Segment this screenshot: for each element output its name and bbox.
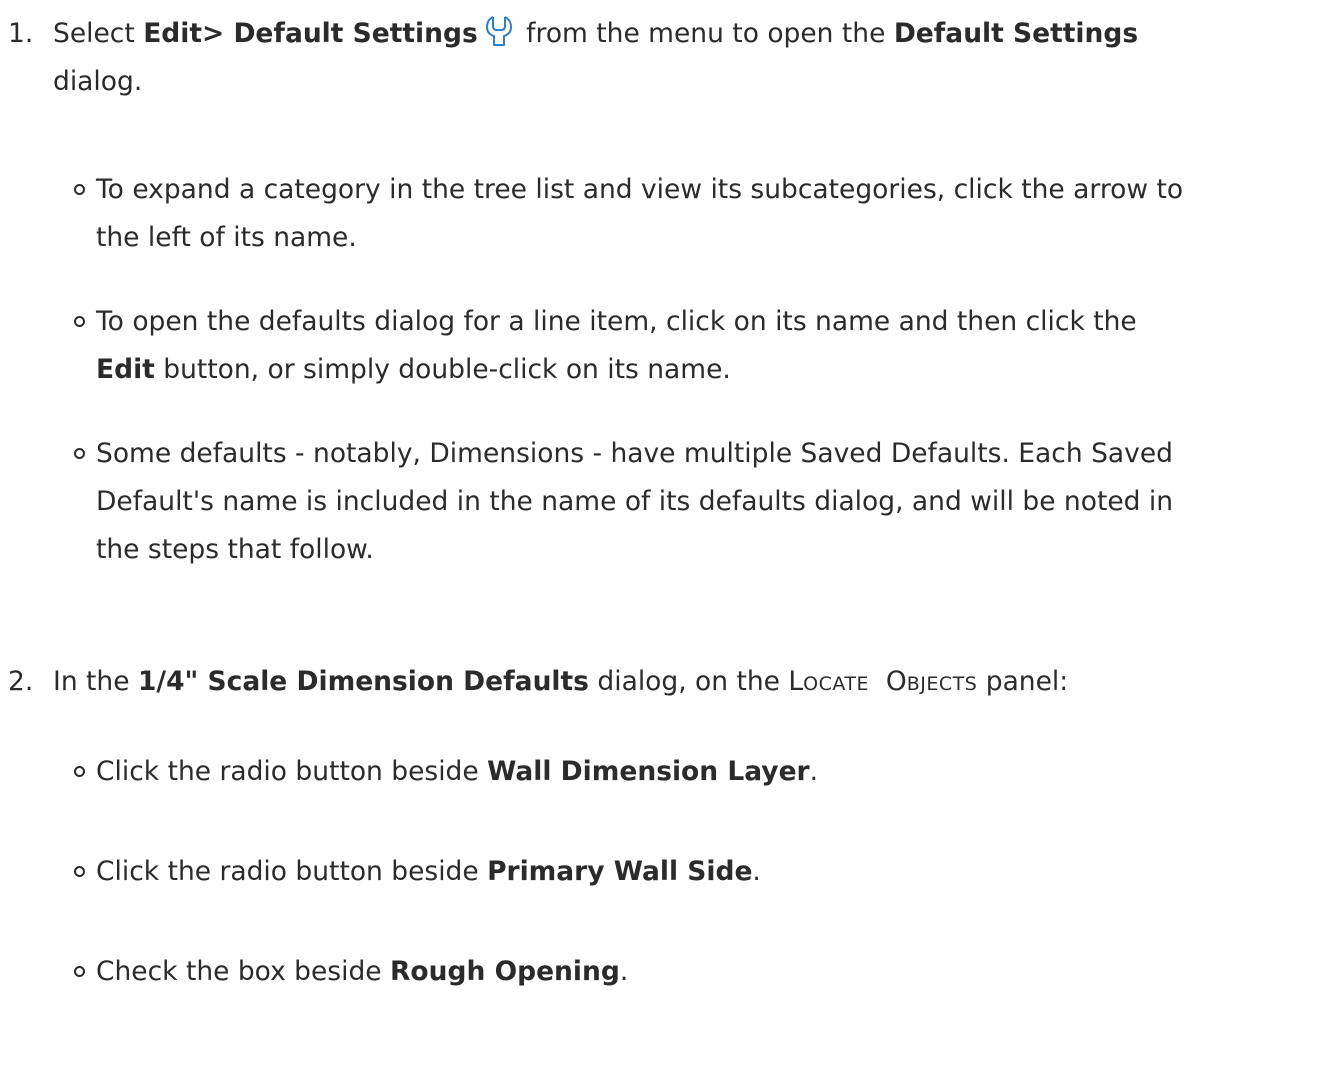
bullet-text-line: Check the box beside Rough Opening.	[96, 948, 1336, 996]
panel-name-part: O	[885, 666, 907, 697]
bullet-text-line: Click the radio button beside Primary Wa…	[96, 848, 1336, 896]
bullet-text: Click the radio button beside	[96, 856, 488, 887]
bullet-text: button, or simply double-click on its na…	[154, 354, 731, 385]
panel-name-part: BJECTS	[906, 673, 978, 695]
bullet-text: Some defaults - notably, Dimensions - ha…	[96, 438, 1173, 469]
step-2-line-1: In the 1/4" Scale Dimension Defaults dia…	[53, 658, 1323, 708]
bullet-text: .	[809, 756, 819, 787]
step-1-line-2: dialog.	[53, 66, 143, 97]
bullet-text: .	[619, 956, 629, 987]
bullet-marker	[74, 966, 85, 977]
bullet-marker	[74, 866, 85, 877]
step-text: from the menu to open the	[517, 18, 894, 49]
dialog-name: 1/4" Scale Dimension Defaults	[137, 666, 589, 697]
bullet-text: the steps that follow.	[96, 534, 374, 565]
bullet-text: Check the box beside	[96, 956, 391, 987]
option-name: Wall Dimension Layer	[487, 756, 810, 787]
bullet-text: Click the radio button beside	[96, 756, 488, 787]
bullet-text-line: Click the radio button beside Wall Dimen…	[96, 748, 1336, 796]
bullet-text: To open the defaults dialog for a line i…	[96, 306, 1137, 337]
bullet-text: Default's name is included in the name o…	[96, 486, 1174, 517]
panel-name-part: L	[788, 666, 804, 697]
bullet-marker	[74, 766, 85, 777]
step-text: dialog, on the	[588, 666, 789, 697]
option-name: Primary Wall Side	[487, 856, 753, 887]
bullet-text: To expand a category in the tree list an…	[96, 174, 1184, 205]
step-text: In the	[53, 666, 138, 697]
bullet-marker	[74, 448, 85, 459]
option-name: Rough Opening	[390, 956, 620, 987]
bullet-marker	[74, 316, 85, 327]
bullet-text: the left of its name.	[96, 222, 357, 253]
menu-path: Edit> Default Settings	[143, 18, 478, 49]
bullet-text-line: Edit button, or simply double-click on i…	[96, 346, 1336, 394]
step-text: Select	[53, 18, 144, 49]
step-text: panel:	[977, 666, 1069, 697]
step-number: 2.	[8, 666, 34, 697]
wrench-icon	[484, 14, 514, 48]
panel-name-part: OCATE	[803, 673, 870, 695]
step-1-line-1: Select Edit> Default Settings from the m…	[53, 10, 1323, 58]
dialog-name: Default Settings	[893, 18, 1139, 49]
edit-label: Edit	[96, 354, 155, 385]
step-number: 1.	[8, 18, 34, 49]
bullet-marker	[74, 184, 85, 195]
bullet-text: .	[752, 856, 761, 887]
